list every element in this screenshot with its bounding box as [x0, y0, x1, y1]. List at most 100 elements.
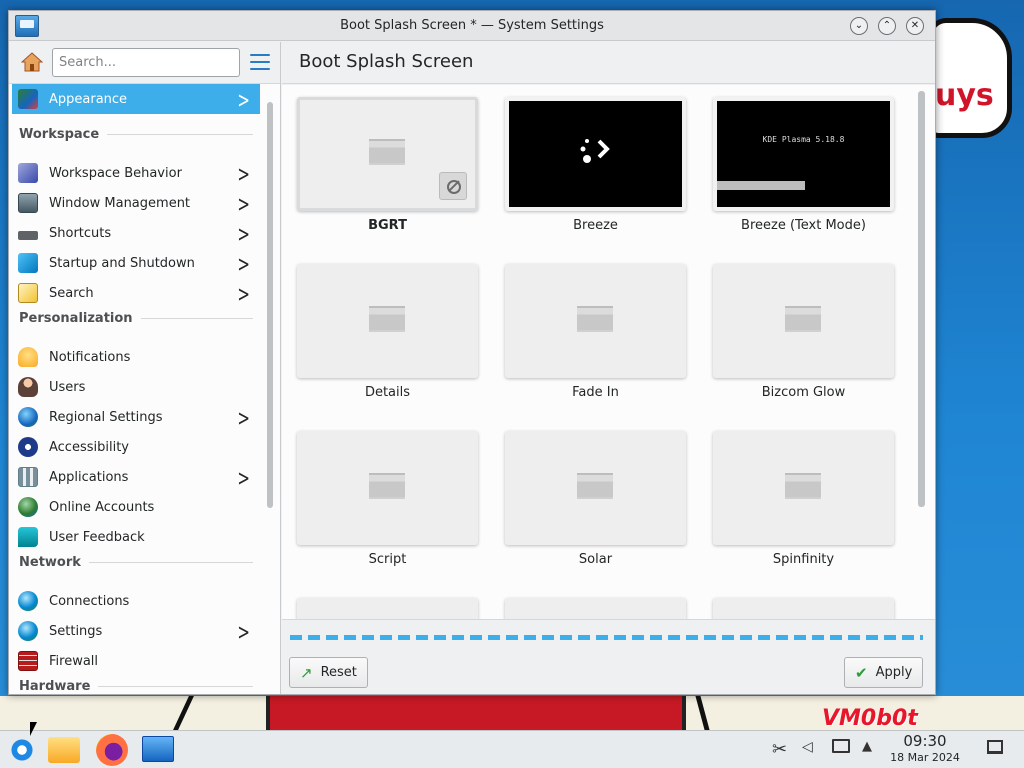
- search-icon: [18, 283, 38, 303]
- taskbar: ✂ ◁ ▲ 09:30 18 Mar 2024: [0, 730, 1024, 768]
- sidebar-item-users[interactable]: Users: [12, 372, 260, 402]
- theme-label: Bizcom Glow: [761, 385, 846, 400]
- sidebar-toolbar: [9, 42, 280, 84]
- system-settings-taskbar-icon[interactable]: [142, 736, 174, 762]
- sidebar-scrollbar[interactable]: [267, 102, 273, 508]
- section-personalization: Personalization: [19, 308, 253, 328]
- sidebar-item-network-settings[interactable]: Settings >: [12, 616, 260, 646]
- chevron-right-icon: >: [237, 160, 250, 188]
- sidebar-item-accessibility[interactable]: Accessibility: [12, 432, 260, 462]
- sidebar-item-notifications[interactable]: Notifications: [12, 342, 260, 372]
- theme-label: Spinfinity: [772, 552, 835, 567]
- sidebar-item-label: Appearance: [49, 91, 128, 107]
- titlebar[interactable]: Boot Splash Screen * — System Settings ⌄…: [9, 11, 935, 41]
- uninstall-icon[interactable]: [439, 172, 467, 200]
- reset-button[interactable]: ↗ Reset: [289, 657, 368, 688]
- sidebar-item-label: Window Management: [49, 195, 191, 211]
- theme-thumbnail-bgrt[interactable]: [297, 97, 478, 211]
- theme-thumbnail-breeze[interactable]: [505, 97, 686, 211]
- sidebar-item-online-accounts[interactable]: Online Accounts: [12, 492, 260, 522]
- placeholder-image-icon: [369, 473, 405, 499]
- sidebar-item-label: Notifications: [49, 349, 131, 365]
- sidebar-item-label: Connections: [49, 593, 130, 609]
- theme-thumbnail-solar[interactable]: [505, 431, 686, 545]
- sidebar-item-shortcuts[interactable]: Shortcuts >: [12, 218, 260, 248]
- connections-icon: [18, 591, 38, 611]
- plasma-version-text: KDE Plasma 5.18.8: [762, 135, 845, 144]
- tray-expand-icon[interactable]: ▲: [862, 739, 872, 754]
- close-button[interactable]: ✕: [906, 17, 924, 35]
- theme-thumbnail-spinfinity[interactable]: [713, 431, 894, 545]
- chevron-right-icon: >: [237, 280, 250, 308]
- minimize-button[interactable]: ⌄: [850, 17, 868, 35]
- theme-thumbnail-details[interactable]: [297, 264, 478, 378]
- sidebar-item-startup-shutdown[interactable]: Startup and Shutdown >: [12, 248, 260, 278]
- chevron-right-icon: >: [237, 464, 250, 492]
- reset-arrow-icon: ↗: [300, 663, 313, 682]
- sidebar-item-label: Startup and Shutdown: [49, 255, 195, 271]
- sidebar-item-label: Settings: [49, 623, 103, 639]
- home-icon[interactable]: [21, 51, 43, 73]
- placeholder-image-icon: [785, 306, 821, 332]
- theme-thumbnail-partial[interactable]: [713, 598, 894, 619]
- theme-label: BGRT: [368, 218, 407, 233]
- sidebar: Appearance > Workspace Workspace Behavio…: [9, 42, 281, 694]
- watermark: VM0b0t: [822, 706, 918, 731]
- apply-button[interactable]: ✔ Apply: [844, 657, 924, 688]
- busy-progress-bar: [290, 635, 923, 640]
- placeholder-image-icon: [577, 306, 613, 332]
- start-menu-icon[interactable]: [6, 734, 38, 766]
- firefox-icon[interactable]: [96, 734, 128, 766]
- sidebar-item-window-management[interactable]: Window Management >: [12, 188, 260, 218]
- wallpaper-bubble-text: uys: [935, 78, 994, 113]
- chevron-right-icon: >: [237, 86, 250, 114]
- workspace-behavior-icon: [18, 163, 38, 183]
- reset-label: Reset: [320, 665, 357, 680]
- placeholder-image-icon: [369, 306, 405, 332]
- mouse-cursor-icon: [30, 722, 37, 736]
- hamburger-menu-icon[interactable]: [250, 54, 270, 70]
- theme-thumbnail-partial[interactable]: [505, 598, 686, 619]
- theme-thumbnail-bizcom-glow[interactable]: [713, 264, 894, 378]
- sidebar-item-applications[interactable]: Applications >: [12, 462, 260, 492]
- sidebar-item-appearance[interactable]: Appearance >: [12, 84, 260, 114]
- clock-date[interactable]: 18 Mar 2024: [885, 751, 965, 764]
- chevron-right-icon: >: [237, 250, 250, 278]
- apply-label: Apply: [875, 665, 913, 680]
- users-icon: [18, 377, 38, 397]
- theme-thumbnail-partial[interactable]: [297, 598, 478, 619]
- sidebar-item-search[interactable]: Search >: [12, 278, 260, 308]
- feedback-icon: [18, 527, 38, 547]
- sidebar-item-label: Users: [49, 379, 86, 395]
- applications-icon: [18, 467, 38, 487]
- theme-thumbnail-script[interactable]: [297, 431, 478, 545]
- firewall-icon: [18, 651, 38, 671]
- theme-thumbnail-fade-in[interactable]: [505, 264, 686, 378]
- maximize-button[interactable]: ⌃: [878, 17, 896, 35]
- sidebar-item-workspace-behavior[interactable]: Workspace Behavior >: [12, 158, 260, 188]
- footer: ↗ Reset ✔ Apply: [282, 619, 935, 694]
- sidebar-item-label: User Feedback: [49, 529, 145, 545]
- section-workspace: Workspace: [19, 124, 253, 144]
- theme-label: Breeze: [573, 218, 618, 233]
- placeholder-image-icon: [577, 473, 613, 499]
- sidebar-item-regional-settings[interactable]: Regional Settings >: [12, 402, 260, 432]
- sidebar-item-connections[interactable]: Connections: [12, 586, 260, 616]
- theme-thumbnail-breeze-text[interactable]: KDE Plasma 5.18.8: [713, 97, 894, 211]
- placeholder-image-icon: [369, 139, 405, 165]
- clock-time[interactable]: 09:30: [885, 732, 965, 750]
- sidebar-item-user-feedback[interactable]: User Feedback: [12, 522, 260, 552]
- sidebar-item-label: Workspace Behavior: [49, 165, 182, 181]
- search-input[interactable]: [52, 48, 240, 77]
- scissors-icon[interactable]: ✂: [772, 739, 787, 760]
- sidebar-item-label: Regional Settings: [49, 409, 163, 425]
- file-manager-icon[interactable]: [48, 737, 80, 763]
- network-settings-icon: [18, 621, 38, 641]
- volume-icon[interactable]: ◁: [802, 739, 813, 755]
- sidebar-item-label: Online Accounts: [49, 499, 155, 515]
- content-scrollbar[interactable]: [918, 91, 925, 507]
- sidebar-item-firewall[interactable]: Firewall: [12, 646, 260, 676]
- network-monitor-icon[interactable]: [832, 739, 850, 753]
- show-desktop-icon[interactable]: [987, 740, 1003, 754]
- sidebar-item-label: Firewall: [49, 653, 99, 669]
